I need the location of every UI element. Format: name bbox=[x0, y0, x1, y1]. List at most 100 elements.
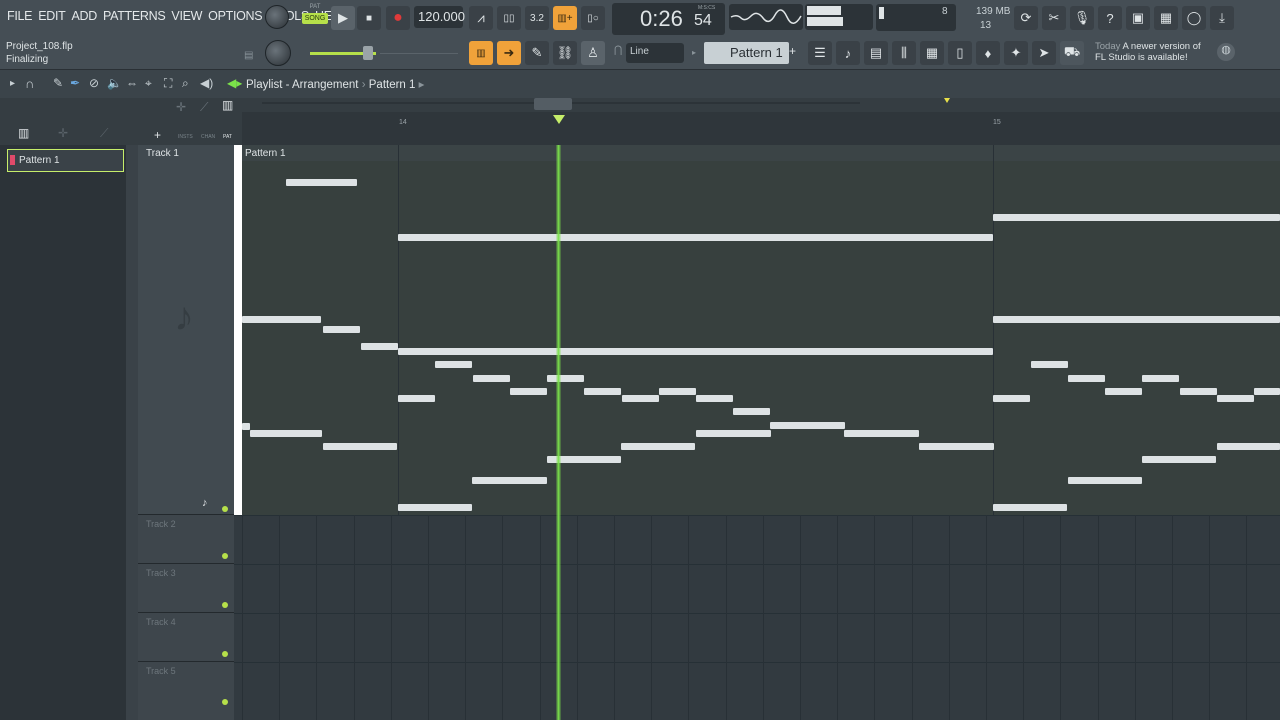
stop-button[interactable]: ■ bbox=[357, 6, 381, 30]
window-grip-icon[interactable]: ▤ bbox=[244, 50, 256, 62]
step-edit-button[interactable]: ▥+ bbox=[553, 6, 577, 30]
undo-button[interactable]: ⟳ bbox=[1014, 6, 1038, 30]
arrangement-grid[interactable]: Pattern 1 bbox=[234, 145, 1280, 720]
ruler-mark-14: 14 bbox=[399, 119, 407, 126]
menu-edit[interactable]: EDIT bbox=[35, 9, 68, 27]
time-display[interactable]: 0:26 54 M:S:CS bbox=[612, 3, 725, 35]
record-audio-button[interactable]: 🎙 bbox=[1070, 6, 1094, 30]
brush-button[interactable]: ✎ bbox=[525, 41, 549, 65]
plugin-button[interactable]: ♦ bbox=[976, 41, 1000, 65]
render-button[interactable]: ▦ bbox=[1154, 6, 1178, 30]
slice-icon[interactable]: ⌖ bbox=[145, 76, 152, 91]
help-button[interactable]: ? bbox=[1098, 6, 1122, 30]
picker-panel: Pattern 1 bbox=[0, 145, 128, 720]
pencil-icon[interactable]: ✎ bbox=[53, 76, 63, 90]
cut-button[interactable]: ✂ bbox=[1042, 6, 1066, 30]
move-tool-icon[interactable]: ✛ bbox=[176, 100, 186, 114]
shop-button[interactable]: ⛟ bbox=[1060, 41, 1084, 65]
playhead-marker-icon[interactable] bbox=[553, 115, 565, 124]
track-header-3[interactable]: Track 3 bbox=[138, 565, 234, 613]
piano-roll-button[interactable]: ♪ bbox=[836, 41, 860, 65]
download-button[interactable]: ⤓ bbox=[1210, 6, 1234, 30]
piano-keys-icon[interactable]: ▥ bbox=[18, 126, 29, 140]
track-5-enable-led[interactable] bbox=[222, 699, 228, 705]
mute-icon[interactable]: 🔈 bbox=[107, 76, 122, 90]
playlist-options-arrow-icon[interactable]: ▸ bbox=[10, 78, 15, 89]
blend-notes-button[interactable]: ▯○ bbox=[581, 6, 605, 30]
playlist-button[interactable]: ☰ bbox=[808, 41, 832, 65]
picker-item-pattern-1[interactable]: Pattern 1 bbox=[7, 149, 124, 172]
save-button[interactable]: ▣ bbox=[1126, 6, 1150, 30]
magnet-icon[interactable]: ∩ bbox=[25, 76, 34, 91]
project-browser-button[interactable]: ▯ bbox=[948, 41, 972, 65]
play-button[interactable]: ▶ bbox=[331, 6, 355, 30]
track-header-2[interactable]: Track 2 bbox=[138, 516, 234, 564]
menu-file[interactable]: FILE bbox=[4, 9, 35, 27]
news-panel[interactable]: Today A newer version of FL Studio is av… bbox=[1095, 41, 1207, 63]
tab-insts[interactable]: INSTS bbox=[178, 134, 193, 140]
brush-tool-icon[interactable]: ✒ bbox=[70, 76, 80, 90]
browser-icon: ▦ bbox=[925, 45, 939, 60]
globe-icon[interactable]: ◍ bbox=[1217, 43, 1235, 61]
wait-input-button[interactable]: ▯▯ bbox=[497, 6, 521, 30]
mixer-button[interactable]: ⫼ bbox=[892, 41, 916, 65]
track-header-4[interactable]: Track 4 bbox=[138, 614, 234, 662]
snap-select[interactable]: Line bbox=[626, 43, 684, 63]
track-4-enable-led[interactable] bbox=[222, 651, 228, 657]
breadcrumb-current[interactable]: Pattern 1 bbox=[369, 79, 416, 91]
master-volume-handle[interactable] bbox=[363, 46, 373, 60]
channel-rack-button[interactable]: ▤ bbox=[864, 41, 888, 65]
track-header-5[interactable]: Track 5 bbox=[138, 663, 234, 720]
picker-scrollbar[interactable] bbox=[126, 145, 128, 720]
arrow-tool-button[interactable]: ➜ bbox=[497, 41, 521, 65]
snap-piano-button[interactable]: ▥ bbox=[469, 41, 493, 65]
add-pattern-button[interactable]: + bbox=[789, 44, 801, 62]
speaker-icon[interactable]: ◀) bbox=[200, 76, 213, 90]
slip-icon[interactable]: ⇔ bbox=[126, 76, 138, 90]
loop-marker-icon[interactable] bbox=[944, 98, 950, 103]
main-volume-knob[interactable] bbox=[265, 40, 291, 66]
menu-options[interactable]: OPTIONS bbox=[205, 9, 265, 27]
add-track-button[interactable]: + bbox=[154, 128, 161, 142]
pattern-clip-icon[interactable]: ▥ bbox=[222, 98, 233, 112]
scrollbar-thumb[interactable] bbox=[534, 98, 572, 110]
tab-pat[interactable]: PAT bbox=[223, 134, 232, 140]
record-button[interactable]: ● bbox=[386, 6, 410, 30]
pattern-selector[interactable]: Pattern 1 bbox=[704, 42, 789, 64]
master-pitch-slider[interactable] bbox=[380, 53, 458, 54]
playhead[interactable] bbox=[556, 145, 561, 720]
chat-button[interactable]: ◯ bbox=[1182, 6, 1206, 30]
note-bar bbox=[398, 348, 993, 355]
automation-icon[interactable]: ✛ bbox=[58, 126, 68, 140]
playlist-play-icon[interactable]: ◀▸ bbox=[227, 76, 242, 90]
menu-patterns[interactable]: PATTERNS bbox=[100, 9, 168, 27]
tempo-display[interactable]: 120.000 bbox=[414, 6, 465, 28]
send-button[interactable]: ➤ bbox=[1032, 41, 1056, 65]
delete-tool-icon[interactable]: ⊘ bbox=[89, 76, 99, 90]
audio-clip-icon[interactable]: ⟋ bbox=[100, 126, 108, 141]
tab-chan[interactable]: CHAN bbox=[201, 134, 215, 140]
menu-view[interactable]: VIEW bbox=[168, 9, 205, 27]
timeline-ruler[interactable]: 14 15 bbox=[242, 112, 1280, 146]
touch-keyboard-button[interactable]: ✦ bbox=[1004, 41, 1028, 65]
track-header-1[interactable]: Track 1 ♪ ♪ bbox=[138, 145, 234, 515]
browser-button[interactable]: ▦ bbox=[920, 41, 944, 65]
tempo-knob[interactable] bbox=[265, 5, 289, 29]
track-name: Track 1 bbox=[146, 148, 179, 159]
menu-add[interactable]: ADD bbox=[68, 9, 100, 27]
select-icon[interactable]: ⛶ bbox=[164, 76, 172, 91]
piano-roll-icon: ▥ bbox=[476, 47, 486, 59]
pattern-prev-icon[interactable]: ▸ bbox=[692, 48, 696, 57]
pattern-clip[interactable]: Pattern 1 bbox=[242, 145, 1280, 515]
track-2-enable-led[interactable] bbox=[222, 553, 228, 559]
pat-song-switch[interactable]: PAT SONG bbox=[302, 4, 328, 32]
line-tool-icon[interactable]: ⟋ bbox=[200, 100, 208, 115]
countdown-button[interactable]: 3.2 bbox=[525, 6, 549, 30]
track-3-enable-led[interactable] bbox=[222, 602, 228, 608]
metronome-button[interactable]: ⩘ bbox=[469, 6, 493, 30]
track-1-enable-led[interactable] bbox=[222, 506, 228, 512]
channel-rack-icon: ▤ bbox=[869, 45, 883, 60]
link-button[interactable]: ⛓ bbox=[553, 41, 577, 65]
stamp-button[interactable]: ♙ bbox=[581, 41, 605, 65]
zoom-icon[interactable]: ⌕ bbox=[182, 76, 189, 91]
